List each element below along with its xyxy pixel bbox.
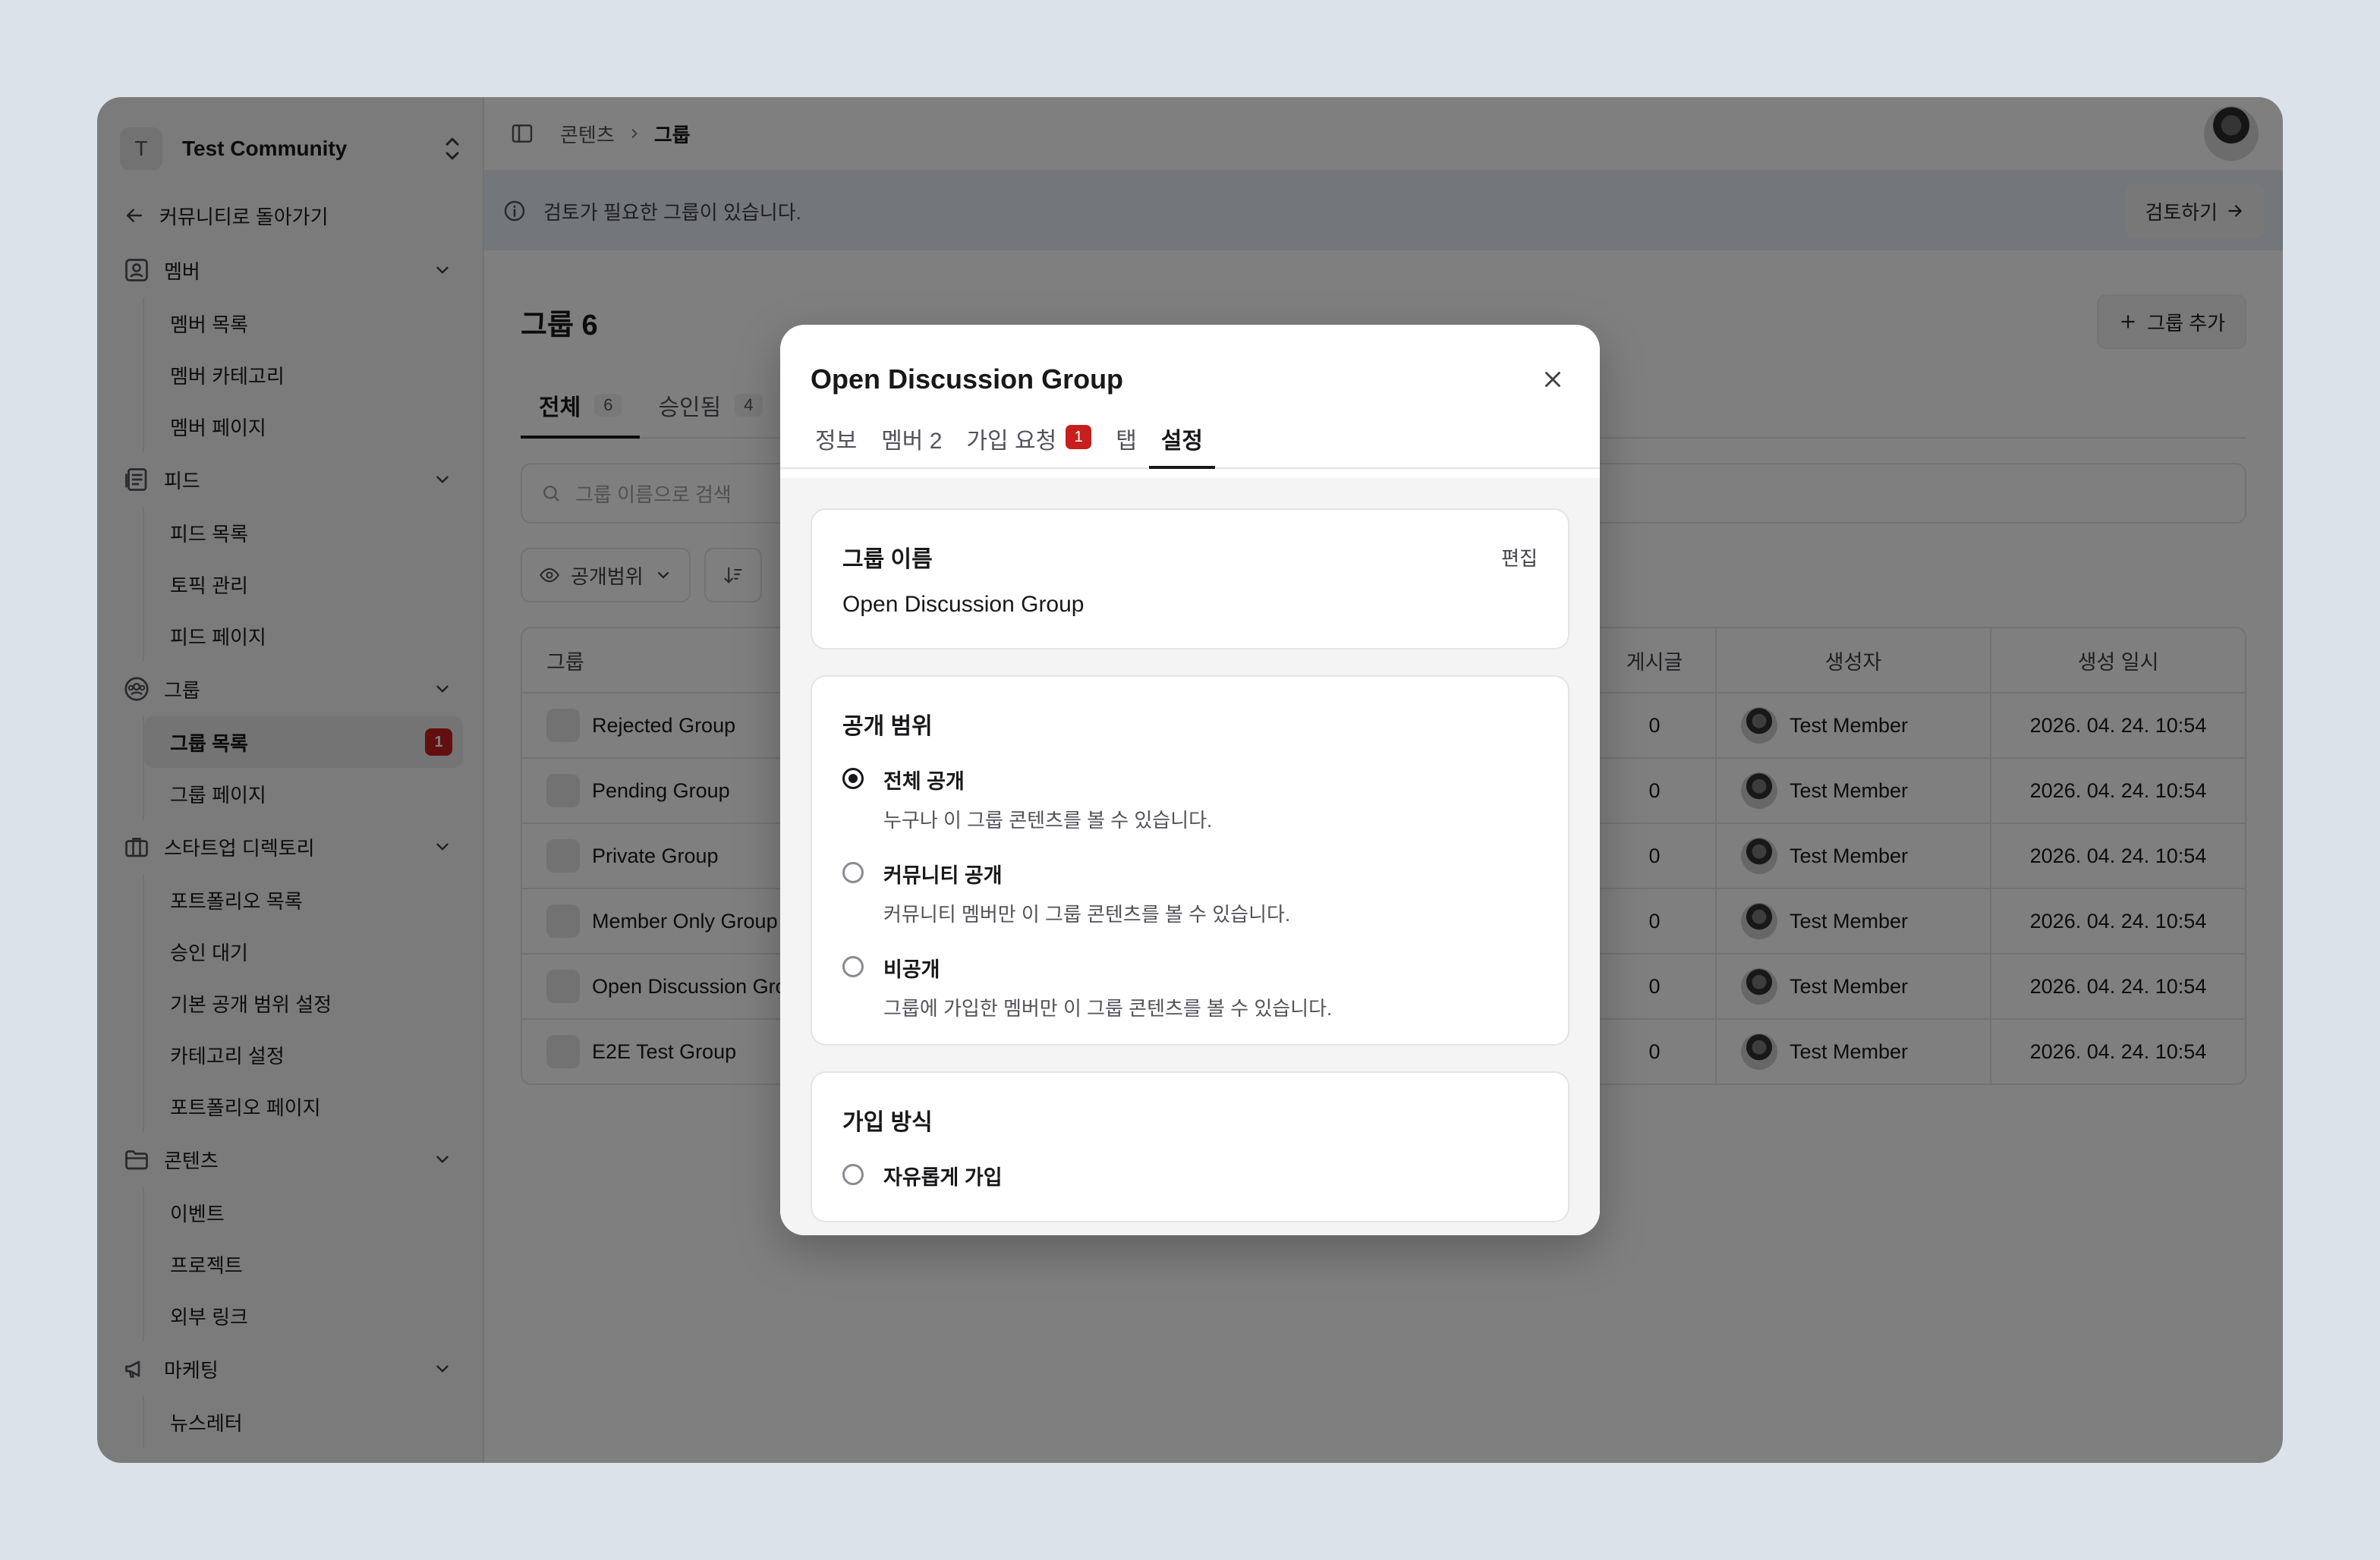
option-label: 비공개 <box>883 958 940 981</box>
option-text: 자유롭게 가입 <box>883 1161 1003 1190</box>
group-detail-dialog: Open Discussion Group 정보 멤버 2 가입 요청 1 탭 … <box>780 325 1600 1235</box>
join-method-card: 가입 방식 자유롭게 가입 <box>811 1071 1569 1222</box>
group-name-card: 그룹 이름 편집 Open Discussion Group <box>811 508 1569 649</box>
option-label: 전체 공개 <box>883 770 965 793</box>
card-heading: 가입 방식 <box>842 1110 933 1135</box>
option-description: 그룹에 가입한 멤버만 이 그룹 콘텐츠를 볼 수 있습니다. <box>883 997 1333 1020</box>
dialog-header: Open Discussion Group <box>780 325 1600 396</box>
close-icon <box>1545 372 1560 387</box>
request-count-badge: 1 <box>1066 425 1092 449</box>
radio-unselected[interactable] <box>842 1164 864 1185</box>
option-description: 누구나 이 그룹 콘텐츠를 볼 수 있습니다. <box>883 809 1213 832</box>
radio-selected[interactable] <box>842 768 864 789</box>
dialog-tabs: 정보 멤버 2 가입 요청 1 탭 설정 <box>780 413 1600 469</box>
tab-members[interactable]: 멤버 2 <box>869 413 954 467</box>
tab-label: 가입 요청 <box>966 429 1057 454</box>
radio-unselected[interactable] <box>842 862 864 883</box>
option-description: 커뮤니티 멤버만 이 그룹 콘텐츠를 볼 수 있습니다. <box>883 903 1291 926</box>
card-heading: 공개 범위 <box>842 714 933 739</box>
group-name-value: Open Discussion Group <box>842 592 1085 617</box>
card-header: 그룹 이름 편집 <box>842 540 1538 574</box>
edit-button[interactable]: 편집 <box>1501 543 1538 571</box>
option-text: 커뮤니티 공개 커뮤니티 멤버만 이 그룹 콘텐츠를 볼 수 있습니다. <box>883 859 1290 927</box>
option-text: 비공개 그룹에 가입한 멤버만 이 그룹 콘텐츠를 볼 수 있습니다. <box>883 953 1332 1021</box>
option-text: 전체 공개 누구나 이 그룹 콘텐츠를 볼 수 있습니다. <box>883 765 1212 833</box>
join-option-free[interactable]: 자유롭게 가입 <box>842 1161 1538 1190</box>
visibility-option-private[interactable]: 비공개 그룹에 가입한 멤버만 이 그룹 콘텐츠를 볼 수 있습니다. <box>842 953 1538 1021</box>
close-button[interactable] <box>1536 363 1569 396</box>
visibility-card: 공개 범위 전체 공개 누구나 이 그룹 콘텐츠를 볼 수 있습니다. 커뮤니티… <box>811 675 1569 1046</box>
settings-panel: 그룹 이름 편집 Open Discussion Group 공개 범위 전체 … <box>780 478 1600 1235</box>
card-heading: 그룹 이름 <box>842 547 933 572</box>
option-label: 자유롭게 가입 <box>883 1166 1003 1189</box>
tab-settings[interactable]: 설정 <box>1148 413 1216 469</box>
tab-tabs[interactable]: 탭 <box>1103 413 1149 467</box>
option-label: 커뮤니티 공개 <box>883 864 1003 887</box>
tab-join-requests[interactable]: 가입 요청 1 <box>954 413 1103 467</box>
tab-info[interactable]: 정보 <box>803 413 869 467</box>
dialog-title: Open Discussion Group <box>811 363 1124 395</box>
visibility-option-public[interactable]: 전체 공개 누구나 이 그룹 콘텐츠를 볼 수 있습니다. <box>842 765 1538 833</box>
visibility-option-community[interactable]: 커뮤니티 공개 커뮤니티 멤버만 이 그룹 콘텐츠를 볼 수 있습니다. <box>842 859 1538 927</box>
radio-unselected[interactable] <box>842 956 864 977</box>
